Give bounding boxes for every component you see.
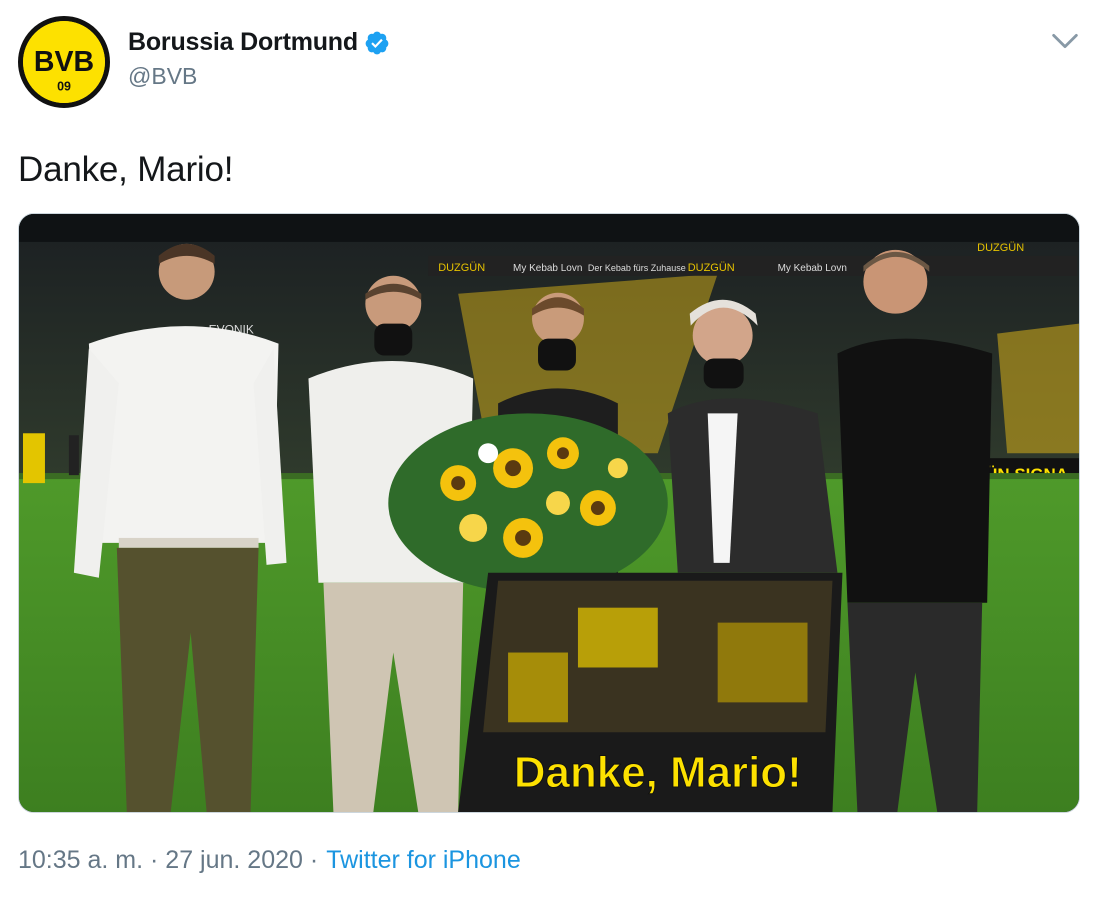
avatar[interactable]: BVB 09 [18, 16, 110, 108]
tweet-timestamp[interactable]: 10:35 a. m. · 27 jun. 2020 · [18, 846, 318, 875]
ad-text-5: My Kebab Lovn [778, 263, 847, 274]
farewell-board: Danke, Mario! [458, 572, 843, 812]
display-name[interactable]: Borussia Dortmund [128, 28, 358, 57]
ad-text-6: DUZGÜN [977, 242, 1024, 254]
tweet-meta: 10:35 a. m. · 27 jun. 2020 · Twitter for… [18, 846, 521, 875]
tweet-source-link[interactable]: Twitter for iPhone [326, 846, 521, 875]
account-names: Borussia Dortmund @BVB [128, 28, 390, 90]
bvb-logo-icon: BVB 09 [23, 21, 105, 103]
board-text: Danke, Mario! [514, 748, 802, 797]
photo-illustration: DUZGÜN My Kebab Lovn Der Kebab fürs Zuha… [19, 214, 1079, 812]
ad-text-2: My Kebab Lovn [513, 263, 582, 274]
tweet-text: Danke, Mario! [18, 150, 234, 189]
tweet-photo[interactable]: DUZGÜN My Kebab Lovn Der Kebab fürs Zuha… [18, 213, 1080, 813]
account-handle[interactable]: @BVB [128, 63, 390, 90]
sunflower-bouquet [388, 413, 668, 593]
verified-badge-icon [365, 31, 389, 54]
ad-text-4: DUZGÜN [688, 262, 735, 274]
logo-year: 09 [57, 80, 71, 94]
ad-text-1: DUZGÜN [438, 262, 485, 274]
tweet-header: BVB 09 Borussia Dortmund @BVB [18, 16, 1082, 108]
chevron-down-icon[interactable] [1048, 24, 1082, 58]
logo-text: BVB [34, 46, 94, 78]
ad-text-3: Der Kebab fürs Zuhause [588, 263, 686, 273]
